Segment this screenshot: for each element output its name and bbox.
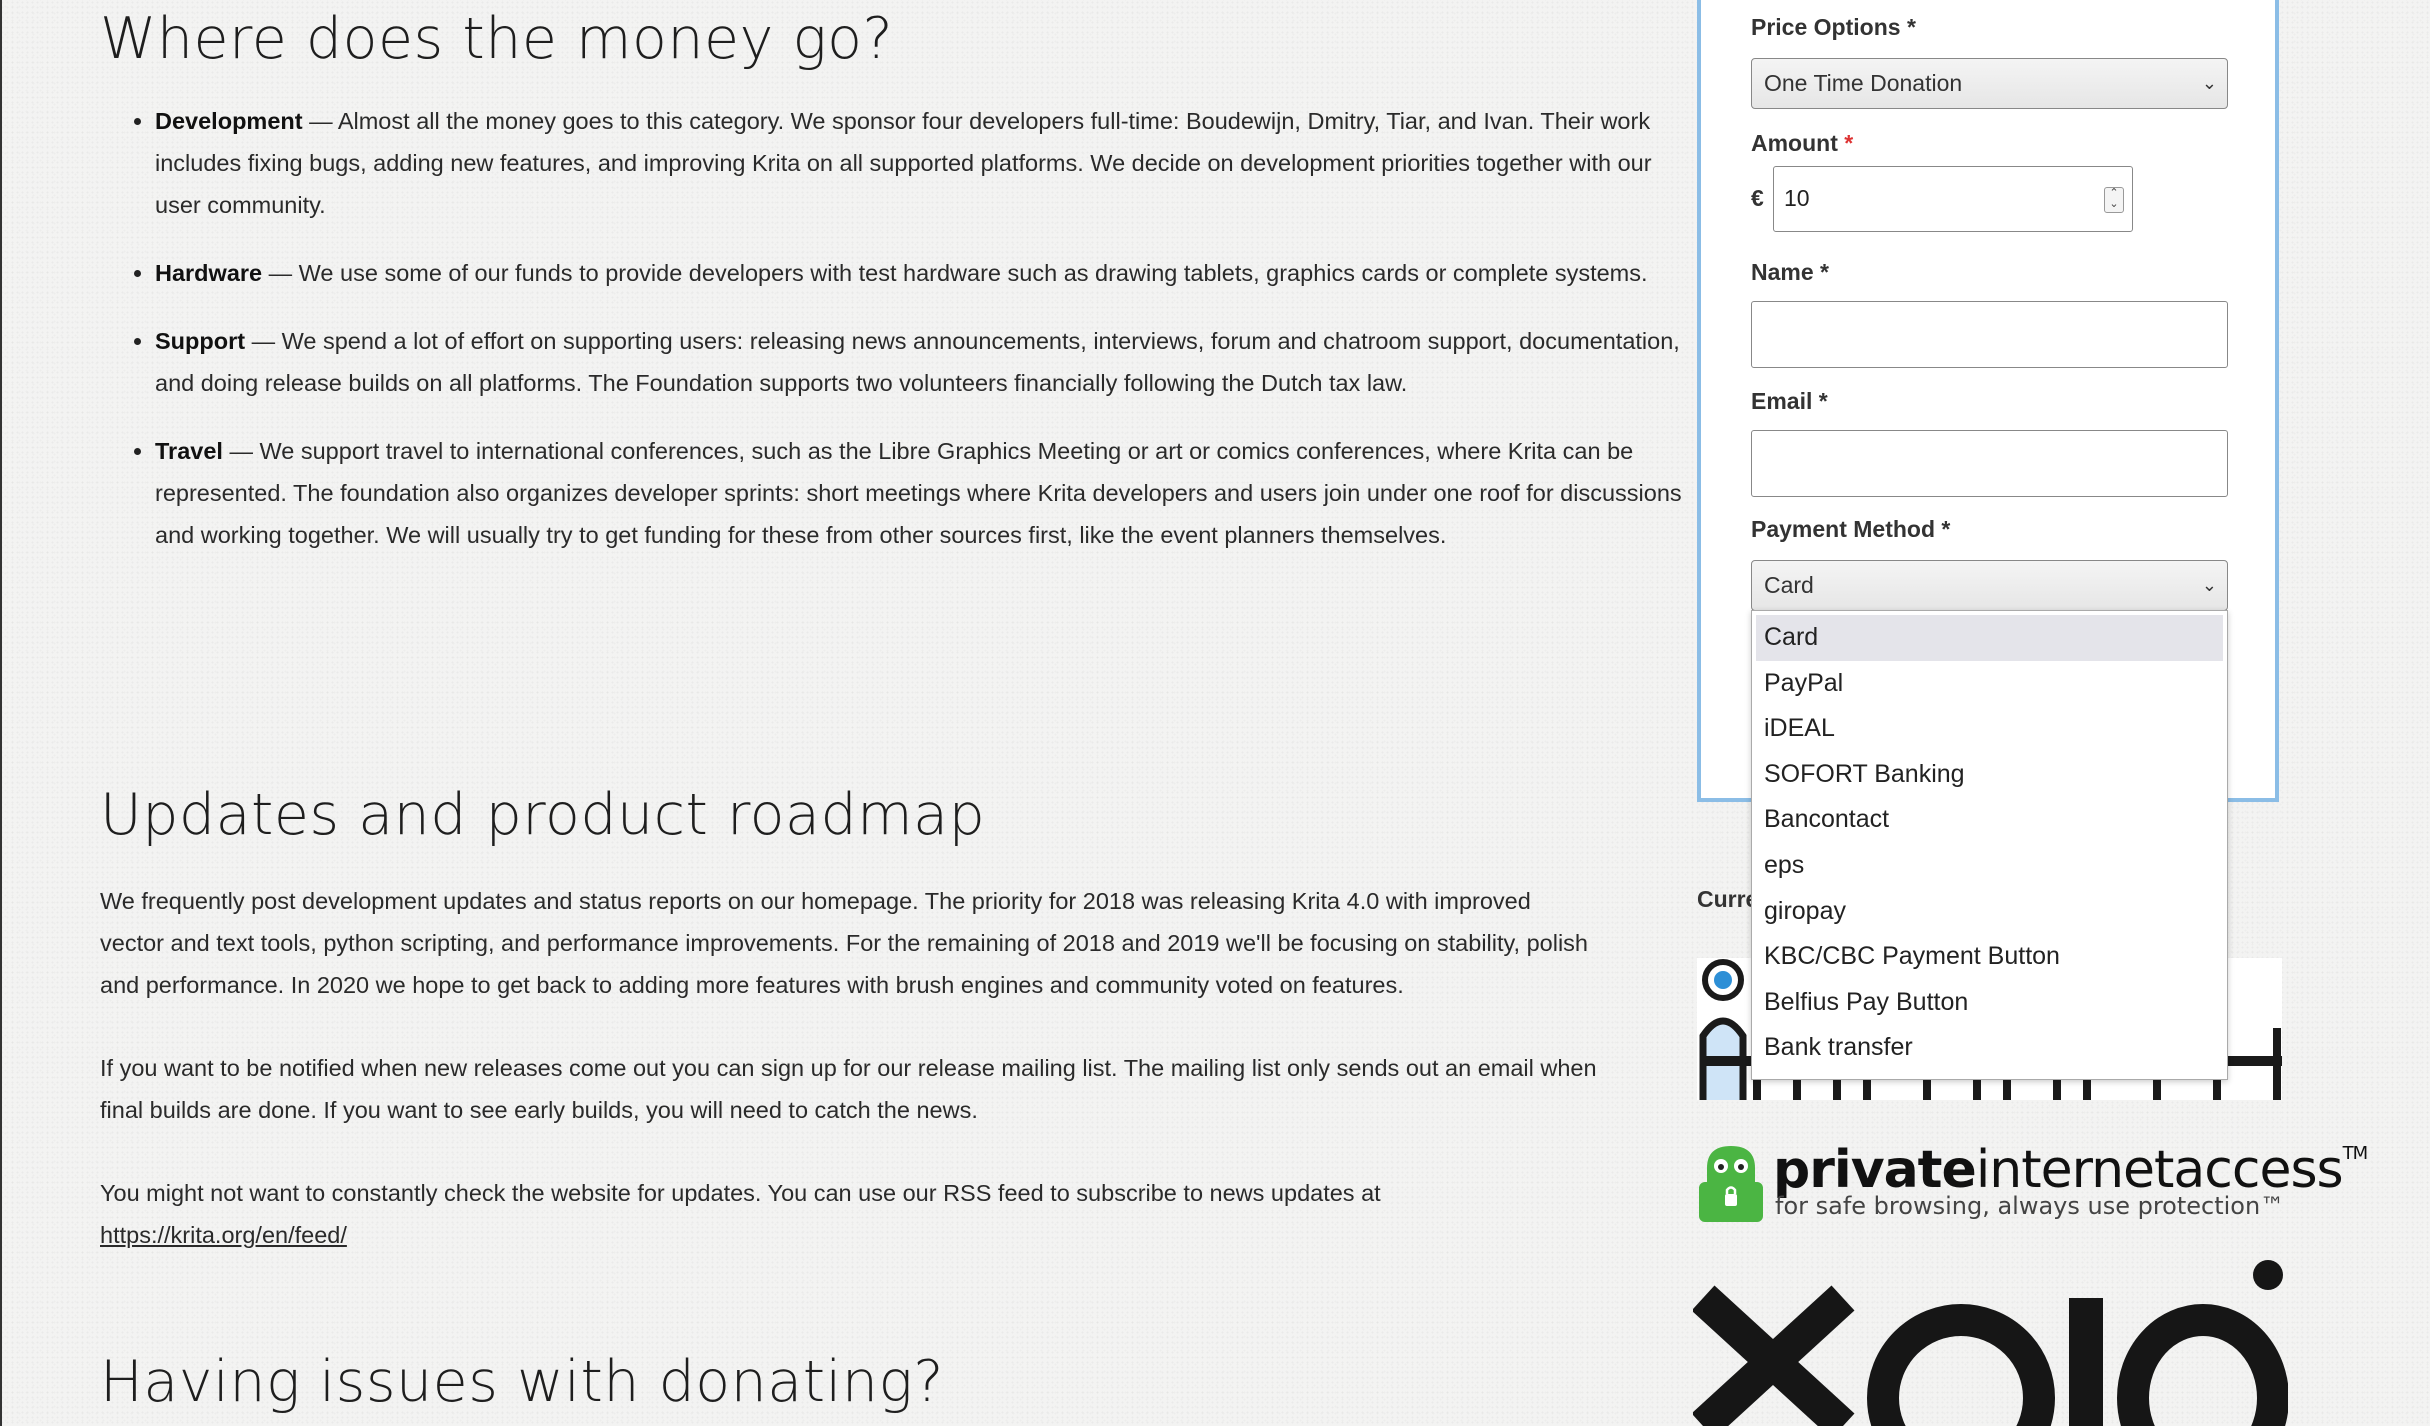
payment-option-ideal[interactable]: iDEAL <box>1752 706 2227 752</box>
list-item-term: Hardware <box>155 260 263 286</box>
payment-option-eps[interactable]: eps <box>1752 843 2227 889</box>
payment-option-belfius[interactable]: Belfius Pay Button <box>1752 980 2227 1026</box>
xolo-sponsor-logo[interactable] <box>1693 1258 2288 1426</box>
chevron-down-icon: ⌄ <box>2201 73 2217 93</box>
sponsors-heading: Curre <box>1697 886 1759 912</box>
payment-method-dropdown: Card PayPal iDEAL SOFORT Banking Bancont… <box>1751 610 2228 1080</box>
name-input[interactable] <box>1751 301 2228 368</box>
list-item-term: Travel <box>155 438 223 464</box>
price-options-label: Price Options * <box>1751 14 1916 40</box>
pia-sponsor-logo[interactable]: privateinternetaccessTM for safe browsin… <box>1693 1140 2368 1226</box>
chevron-down-icon: ⌄ <box>2201 575 2217 595</box>
price-options-value: One Time Donation <box>1764 70 1963 96</box>
payment-option-bancontact[interactable]: Bancontact <box>1752 797 2227 843</box>
list-item: Support — We spend a lot of effort on su… <box>134 320 1695 404</box>
payment-option-sofort[interactable]: SOFORT Banking <box>1752 752 2227 798</box>
list-item-text: — We use some of our funds to provide de… <box>262 260 1648 286</box>
list-item-text: — We support travel to international con… <box>155 438 1682 548</box>
price-options-select[interactable]: One Time Donation ⌄ <box>1751 58 2228 109</box>
pia-wordmark: privateinternetaccessTM <box>1773 1140 2368 1200</box>
amount-value: 10 <box>1784 185 1810 211</box>
currency-symbol: € <box>1751 185 1764 211</box>
name-label: Name * <box>1751 259 1829 285</box>
page-left-border <box>0 0 2 1426</box>
list-item-term: Support <box>155 328 246 354</box>
list-item: Travel — We support travel to internatio… <box>134 430 1695 556</box>
payment-option-paypal[interactable]: PayPal <box>1752 661 2227 707</box>
rss-feed-link[interactable]: https://krita.org/en/feed/ <box>100 1222 347 1248</box>
issues-section-title: Having issues with donating? <box>100 1349 944 1415</box>
updates-paragraph-rss: You might not want to constantly check t… <box>100 1172 1600 1256</box>
list-item: Development — Almost all the money goes … <box>134 100 1695 226</box>
number-spinner-icon[interactable]: ⌃ ⌄ <box>2104 187 2124 213</box>
updates-paragraph-priorities: We frequently post development updates a… <box>100 888 1588 998</box>
pia-robot-icon <box>1699 1146 1763 1222</box>
pia-tagline: for safe browsing, always use protection… <box>1775 1192 2285 1220</box>
list-item-text: — Almost all the money goes to this cate… <box>155 108 1652 218</box>
payment-option-card[interactable]: Card <box>1756 615 2223 661</box>
payment-method-select[interactable]: Card ⌄ <box>1751 560 2228 611</box>
email-label: Email * <box>1751 388 1828 414</box>
amount-input[interactable]: 10 ⌃ ⌄ <box>1773 166 2133 232</box>
money-section-title: Where does the money go? <box>100 6 894 72</box>
money-list: Development — Almost all the money goes … <box>100 100 1695 582</box>
list-item: Hardware — We use some of our funds to p… <box>134 252 1695 294</box>
rss-text: You might not want to constantly check t… <box>100 1180 1381 1206</box>
payment-option-kbc[interactable]: KBC/CBC Payment Button <box>1752 934 2227 980</box>
payment-method-value: Card <box>1764 572 1814 598</box>
payment-option-bank-transfer[interactable]: Bank transfer <box>1752 1025 2227 1071</box>
email-input[interactable] <box>1751 430 2228 497</box>
payment-option-giropay[interactable]: giropay <box>1752 889 2227 935</box>
list-item-text: — We spend a lot of effort on supporting… <box>155 328 1680 396</box>
payment-method-label: Payment Method * <box>1751 516 1951 542</box>
updates-paragraph-mailing-list: If you want to be notified when new rele… <box>100 1055 1597 1123</box>
updates-section-title: Updates and product roadmap <box>100 782 986 848</box>
amount-label: Amount * <box>1751 130 1854 156</box>
list-item-term: Development <box>155 108 303 134</box>
